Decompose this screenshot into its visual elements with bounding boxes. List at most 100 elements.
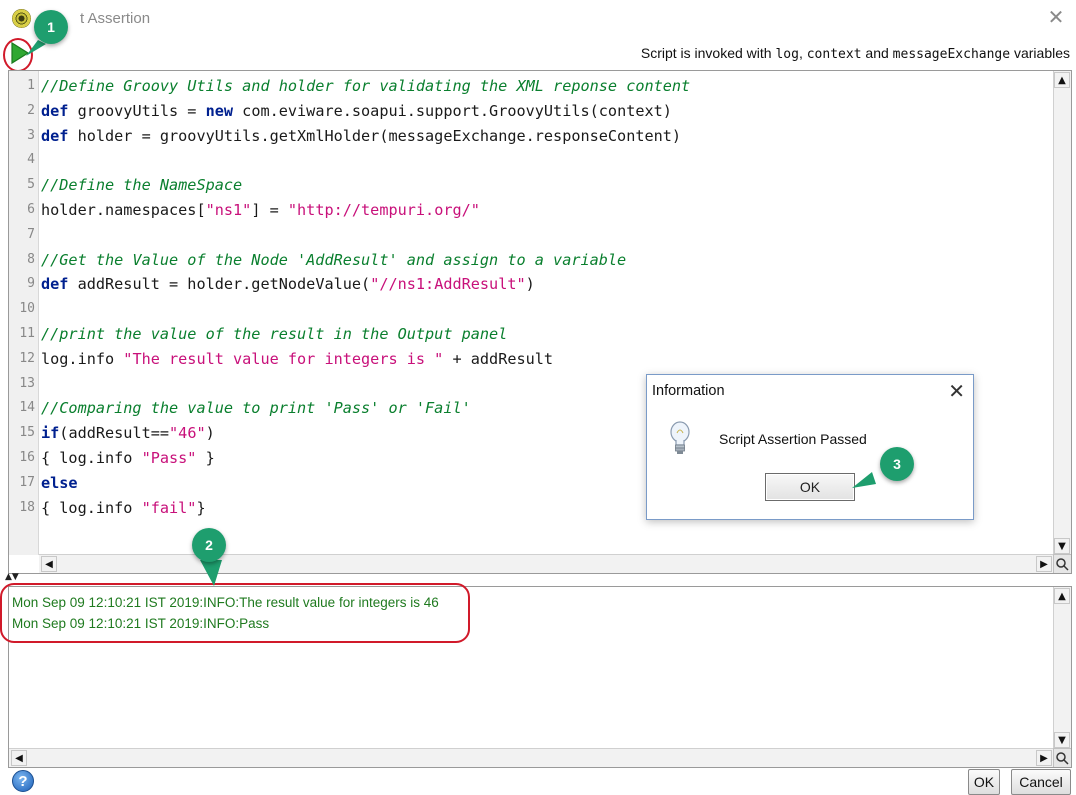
code-line[interactable]: def holder = groovyUtils.getXmlHolder(me… bbox=[41, 124, 681, 149]
dialog-close-icon[interactable]: ✕ bbox=[948, 379, 965, 403]
cancel-button[interactable]: Cancel bbox=[1011, 769, 1071, 795]
line-number: 10 bbox=[19, 301, 35, 317]
info-sep: , bbox=[798, 45, 807, 61]
line-number: 8 bbox=[27, 251, 35, 267]
log-horizontal-scrollbar[interactable]: ◀ ▶ bbox=[9, 748, 1054, 767]
scroll-up-icon[interactable]: ▲ bbox=[1054, 72, 1070, 88]
editor-horizontal-scrollbar[interactable]: ◀ ▶ bbox=[39, 554, 1054, 573]
code-token: "The result value for integers is " bbox=[123, 349, 444, 368]
info-var-context: context bbox=[806, 47, 862, 62]
code-line[interactable]: else bbox=[41, 471, 78, 496]
information-dialog: Information ✕ Script Assertion Passed OK bbox=[646, 374, 974, 520]
search-corner-icon[interactable] bbox=[1053, 554, 1071, 573]
line-number: 17 bbox=[19, 474, 35, 490]
dialog-title: Information bbox=[652, 383, 725, 399]
help-icon[interactable]: ? bbox=[12, 770, 34, 792]
line-number: 16 bbox=[19, 450, 35, 465]
code-token: } bbox=[196, 498, 206, 517]
scroll-down-icon[interactable]: ▼ bbox=[1054, 538, 1070, 554]
title-bar: t Assertion ✕ bbox=[0, 0, 1076, 38]
code-line[interactable]: //Define the NameSpace bbox=[41, 173, 242, 198]
code-line[interactable]: holder.namespaces["ns1"] = "http://tempu… bbox=[41, 198, 480, 223]
code-token: //Define the NameSpace bbox=[41, 176, 243, 195]
code-token: "ns1" bbox=[205, 201, 252, 219]
code-line[interactable]: def groovyUtils = new com.eviware.soapui… bbox=[41, 99, 672, 124]
code-token: def bbox=[41, 126, 69, 145]
code-line[interactable]: if(addResult=="46") bbox=[41, 421, 215, 446]
soapui-app-icon bbox=[12, 9, 31, 28]
info-and: and bbox=[861, 45, 893, 61]
line-number: 1 bbox=[27, 78, 35, 93]
code-line[interactable]: //print the value of the result in the O… bbox=[41, 322, 507, 347]
code-token: if bbox=[41, 424, 60, 443]
code-token: "//ns1:AddResult" bbox=[370, 275, 526, 294]
code-line[interactable]: { log.info "fail"} bbox=[41, 496, 206, 521]
code-token: addResult = holder.getNodeValue( bbox=[68, 275, 371, 294]
line-number: 4 bbox=[27, 152, 35, 168]
line-number: 18 bbox=[19, 499, 35, 515]
code-token: groovyUtils = bbox=[68, 101, 206, 120]
info-prefix: Script is invoked with bbox=[640, 45, 776, 61]
line-number: 9 bbox=[27, 276, 35, 292]
code-token: "fail" bbox=[141, 498, 197, 517]
line-number: 11 bbox=[19, 326, 35, 341]
info-suffix: variables bbox=[1010, 45, 1070, 61]
code-token: com.eviware.soapui.support.GroovyUtils(c… bbox=[233, 101, 672, 120]
code-token: "Pass" bbox=[141, 449, 197, 467]
code-line[interactable]: //Comparing the value to print 'Pass' or… bbox=[41, 396, 471, 421]
code-token: new bbox=[205, 101, 234, 120]
log-output-highlight bbox=[0, 583, 470, 643]
code-token: //Get the Value of the Node 'AddResult' … bbox=[41, 250, 627, 269]
code-line[interactable]: //Define Groovy Utils and holder for val… bbox=[41, 74, 690, 99]
line-number: 13 bbox=[19, 375, 35, 391]
scroll-up-icon[interactable]: ▲ bbox=[1054, 588, 1070, 604]
code-token: holder.namespaces[ bbox=[41, 201, 206, 219]
code-line[interactable]: def addResult = holder.getNodeValue("//n… bbox=[41, 272, 535, 297]
code-token: } bbox=[196, 449, 215, 467]
window-close-icon[interactable]: ✕ bbox=[1046, 7, 1066, 27]
callout-badge-3: 3 bbox=[880, 447, 914, 481]
callout-badge-2: 2 bbox=[192, 528, 226, 562]
play-icon[interactable] bbox=[7, 40, 31, 66]
script-info-text: Script is invoked with log, context and … bbox=[641, 45, 1070, 62]
code-token: //print the value of the result in the O… bbox=[41, 325, 508, 343]
scroll-left-icon[interactable]: ◀ bbox=[11, 750, 27, 766]
line-number: 12 bbox=[19, 350, 35, 366]
search-corner-icon[interactable] bbox=[1053, 748, 1071, 767]
code-token: (addResult== bbox=[59, 424, 170, 443]
code-line[interactable]: { log.info "Pass" } bbox=[41, 446, 215, 471]
ok-button[interactable]: OK bbox=[968, 769, 1000, 795]
scroll-right-icon[interactable]: ▶ bbox=[1036, 556, 1052, 572]
dialog-body: Script Assertion Passed OK bbox=[647, 408, 973, 519]
line-number: 14 bbox=[19, 400, 35, 416]
scroll-left-icon[interactable]: ◀ bbox=[41, 556, 57, 572]
dialog-ok-button[interactable]: OK bbox=[765, 473, 855, 501]
code-token: //Comparing the value to print 'Pass' or… bbox=[41, 399, 471, 418]
code-token: ] = bbox=[251, 201, 288, 219]
log-vertical-scrollbar[interactable]: ▲ ▼ bbox=[1053, 587, 1071, 749]
code-token: ) bbox=[525, 275, 535, 294]
line-number-gutter: 1 2 3 4 5 6 7 8 9 10 11 12 13 14 15 16 17 18 bbox=[9, 71, 39, 555]
code-token: "46" bbox=[169, 424, 206, 443]
code-token: else bbox=[41, 473, 78, 492]
scroll-down-icon[interactable]: ▼ bbox=[1054, 732, 1070, 748]
lightbulb-icon bbox=[670, 421, 690, 454]
splitter-arrows-icon[interactable]: ▲▼ bbox=[5, 573, 19, 582]
code-token: { log.info bbox=[41, 449, 142, 467]
line-number: 15 bbox=[19, 425, 35, 441]
line-number: 6 bbox=[27, 202, 35, 217]
scroll-right-icon[interactable]: ▶ bbox=[1036, 750, 1052, 766]
code-token: { log.info bbox=[41, 498, 142, 517]
editor-vertical-scrollbar[interactable]: ▲ ▼ bbox=[1053, 71, 1071, 555]
code-line[interactable]: //Get the Value of the Node 'AddResult' … bbox=[41, 248, 626, 273]
line-number: 2 bbox=[27, 102, 35, 118]
callout-badge-1: 1 bbox=[34, 10, 68, 44]
code-token: ) bbox=[205, 424, 215, 443]
code-token: + addResult bbox=[443, 349, 554, 368]
window-title: t Assertion bbox=[80, 10, 151, 27]
code-line[interactable]: log.info "The result value for integers … bbox=[41, 347, 553, 372]
code-token: //Define Groovy Utils and holder for val… bbox=[41, 77, 691, 95]
line-number: 3 bbox=[27, 127, 35, 143]
code-token: log.info bbox=[41, 349, 124, 368]
info-var-log: log bbox=[775, 47, 799, 62]
